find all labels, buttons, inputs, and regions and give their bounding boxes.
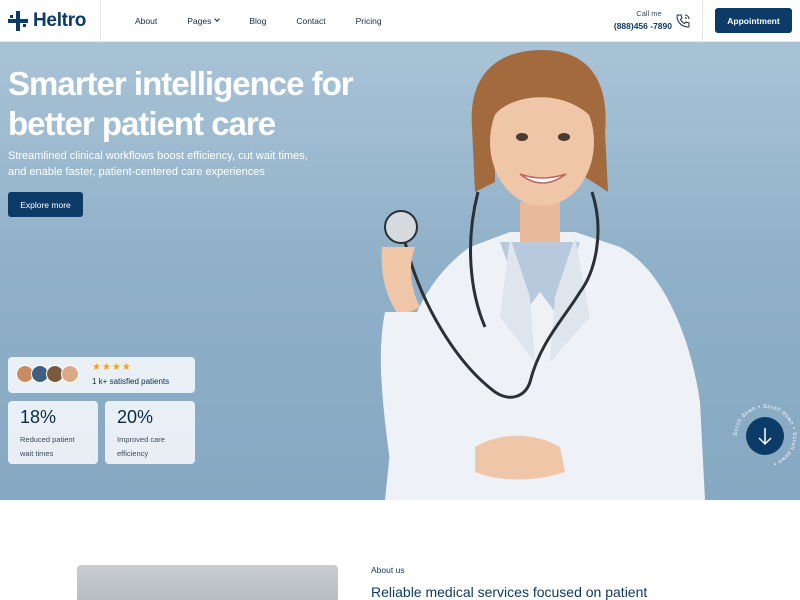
call-label: Call me [636,9,662,18]
main-nav: About Pages Blog Contact Pricing [135,16,412,26]
doctor-photo [380,50,705,500]
stat-label: Improved care efficiency [117,435,165,458]
scroll-down-button[interactable]: Scroll down • Scroll down • Scroll down … [732,403,798,469]
stat-card: 18% Reduced patient wait times [8,401,98,464]
hero-section: Smarter intelligence for better patient … [0,42,800,500]
satisfied-patients-card: ★★★★ 1 k+ satisfied patients [8,357,195,393]
nav-item-blog[interactable]: Blog [249,16,266,26]
nav-item-pages-label: Pages [187,15,212,26]
cross-logo-icon [8,10,28,31]
nav-item-about[interactable]: About [135,16,157,26]
stat-card: 20% Improved care efficiency [105,401,195,464]
appointment-button[interactable]: Appointment [715,8,792,33]
avatar-group [16,365,82,385]
nav-item-contact[interactable]: Contact [296,16,325,26]
nav-item-pricing[interactable]: Pricing [356,16,382,26]
nav-item-pages[interactable]: Pages [187,15,221,26]
satisfied-patients-text: 1 k+ satisfied patients [92,377,170,386]
phone-number[interactable]: (888)456 -7890 [612,21,672,31]
about-title: Reliable medical services focused on pat… [371,584,648,600]
call-info[interactable]: Call me (888)456 -7890 [612,9,672,31]
stat-value: 20% [117,407,154,427]
logo[interactable]: Heltro [0,0,101,42]
about-image [77,565,338,600]
avatar [61,365,79,383]
phone-icon[interactable] [675,13,691,29]
stat-value: 18% [20,407,57,427]
about-tag: About us [371,565,405,575]
chevron-down-icon [214,16,221,22]
brand-name: Heltro [33,9,87,31]
hero-title: Smarter intelligence for better patient … [8,65,354,142]
explore-more-button[interactable]: Explore more [8,192,83,217]
hero-subtitle: Streamlined clinical workflows boost eff… [8,150,308,178]
header-divider [702,0,703,42]
site-header: Heltro About Pages Blog Contact Pricing … [0,0,800,42]
rating-stars-icon: ★★★★ [92,362,132,373]
stat-label: Reduced patient wait times [20,435,75,458]
